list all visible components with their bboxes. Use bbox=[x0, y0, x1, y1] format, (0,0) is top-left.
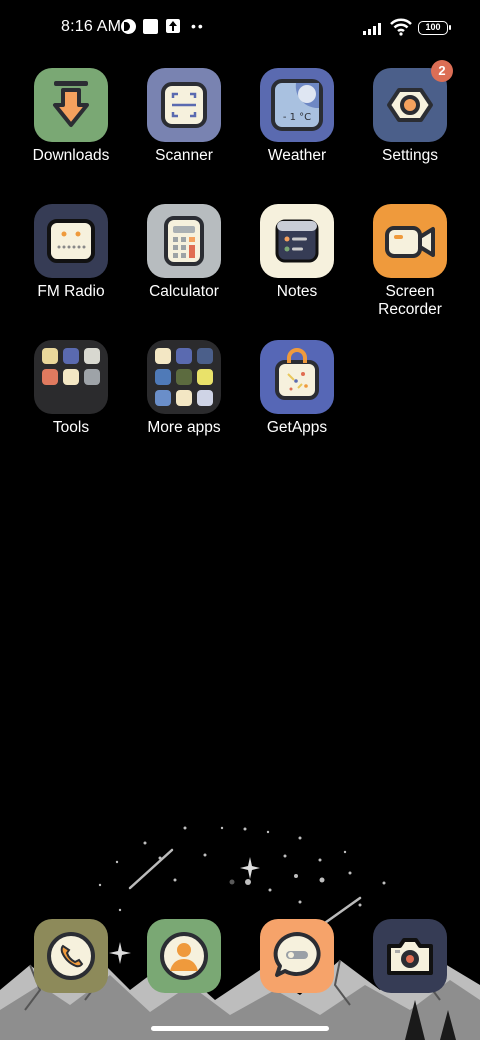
mini-app-icon bbox=[155, 348, 171, 364]
status-time: 8:16 AM bbox=[61, 18, 122, 35]
notification-badge: 2 bbox=[431, 60, 453, 82]
signal-icon bbox=[363, 22, 385, 35]
mini-app-icon bbox=[176, 348, 192, 364]
app-label: Scanner bbox=[155, 147, 213, 164]
app-calculator[interactable]: Calculator bbox=[128, 204, 240, 301]
app-fm-radio[interactable]: FM Radio bbox=[15, 204, 127, 301]
dock-camera[interactable] bbox=[373, 919, 447, 993]
square-notification-icon bbox=[143, 19, 158, 34]
upload-icon bbox=[166, 19, 180, 33]
mini-app-icon bbox=[155, 390, 171, 406]
calculator-icon bbox=[147, 204, 221, 278]
chat-bubble-icon bbox=[273, 932, 321, 977]
app-label: GetApps bbox=[266, 419, 328, 436]
video-camera-icon bbox=[373, 204, 447, 278]
app-label: Weather bbox=[267, 147, 327, 164]
app-label: Downloads bbox=[32, 147, 110, 164]
app-label: Settings bbox=[381, 147, 438, 164]
weather-moon-icon: - 1 °C bbox=[260, 68, 334, 142]
app-screen-recorder[interactable]: Screen Recorder bbox=[354, 204, 466, 319]
app-label: Calculator bbox=[149, 283, 219, 300]
app-notes[interactable]: Notes bbox=[241, 204, 353, 301]
scan-frame-icon bbox=[147, 68, 221, 142]
mini-app-icon bbox=[197, 390, 213, 406]
mini-app-icon bbox=[155, 369, 171, 385]
app-label: Notes bbox=[276, 283, 318, 300]
gear-icon: 2 bbox=[373, 60, 453, 142]
folder-tools[interactable]: Tools bbox=[15, 340, 127, 437]
radio-icon bbox=[34, 204, 108, 278]
mini-app-icon bbox=[176, 390, 192, 406]
data-saver-icon bbox=[121, 19, 136, 34]
mini-app-icon bbox=[42, 348, 58, 364]
contact-person-icon bbox=[160, 932, 208, 980]
app-settings[interactable]: 2 Settings bbox=[354, 60, 466, 165]
app-scanner[interactable]: Scanner bbox=[128, 68, 240, 165]
folder-more-apps[interactable]: More apps bbox=[128, 340, 240, 437]
folder-icon bbox=[147, 340, 221, 414]
shopping-bag-icon bbox=[260, 340, 334, 414]
mini-app-icon bbox=[42, 369, 58, 385]
download-arrow-icon bbox=[34, 68, 108, 142]
weather-temp: - 1 °C bbox=[283, 112, 311, 123]
mini-app-icon bbox=[197, 348, 213, 364]
folder-icon bbox=[34, 340, 108, 414]
dock-contacts[interactable] bbox=[147, 919, 221, 993]
wifi-icon bbox=[390, 18, 412, 36]
app-label: Tools bbox=[52, 419, 90, 436]
camera-icon bbox=[387, 938, 433, 975]
dock-phone[interactable] bbox=[34, 919, 108, 993]
mini-app-icon bbox=[176, 369, 192, 385]
mini-app-icon bbox=[84, 369, 100, 385]
app-label-line1: Screen bbox=[385, 283, 435, 300]
app-weather[interactable]: - 1 °C Weather bbox=[241, 68, 353, 165]
dock-messages[interactable] bbox=[260, 919, 334, 993]
mini-app-icon bbox=[84, 348, 100, 364]
notes-icon bbox=[260, 204, 334, 278]
phone-icon bbox=[47, 932, 95, 980]
app-label: FM Radio bbox=[37, 283, 105, 300]
app-downloads[interactable]: Downloads bbox=[15, 68, 127, 165]
app-label: More apps bbox=[147, 419, 221, 436]
app-label-line2: Recorder bbox=[378, 301, 442, 318]
status-bar: 8:16 AM •• 100 bbox=[0, 0, 480, 56]
app-getapps[interactable]: GetApps bbox=[241, 340, 353, 437]
mini-app-icon bbox=[197, 369, 213, 385]
more-notifications-icon: •• bbox=[191, 18, 205, 34]
battery-icon: 100 bbox=[418, 21, 451, 35]
mini-app-icon bbox=[63, 348, 79, 364]
home-indicator[interactable] bbox=[151, 1026, 329, 1031]
mini-app-icon bbox=[63, 369, 79, 385]
